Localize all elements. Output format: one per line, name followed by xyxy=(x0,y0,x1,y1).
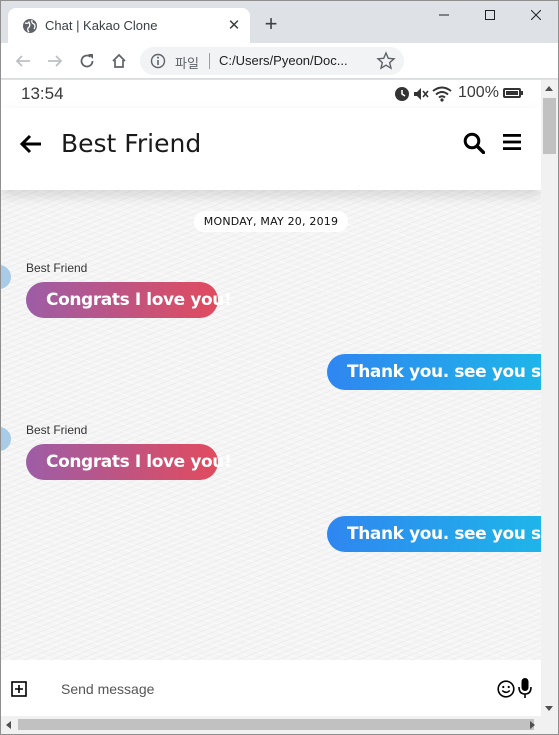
scroll-up-arrow-icon[interactable] xyxy=(545,86,553,91)
file-scheme-label: 파일 xyxy=(175,56,199,71)
bookmark-star-icon[interactable] xyxy=(376,51,396,71)
window-maximize-button[interactable] xyxy=(467,0,513,30)
battery-icon xyxy=(503,88,523,98)
url-text[interactable]: C:/Users/Pyeon/Doc... xyxy=(219,53,348,68)
clock-icon xyxy=(395,87,409,101)
info-icon[interactable] xyxy=(150,53,166,69)
omnibox-separator xyxy=(209,53,210,69)
maximize-icon xyxy=(485,10,495,20)
vertical-scrollbar[interactable] xyxy=(541,80,558,716)
scroll-right-arrow-icon[interactable] xyxy=(530,721,535,729)
add-attachment-icon[interactable] xyxy=(11,681,27,697)
mute-icon xyxy=(414,88,429,100)
date-divider: MONDAY, MAY 20, 2019 xyxy=(194,211,348,232)
outgoing-message-bubble: Thank you. see you soon! xyxy=(327,516,541,552)
chat-header: Best Friend xyxy=(1,108,541,190)
status-icons xyxy=(394,86,452,102)
phone-status-bar: 13:54 100% xyxy=(1,80,541,108)
incoming-message-bubble: Congrats I love you! xyxy=(26,444,232,480)
browser-tab[interactable]: Chat | Kakao Clone ✕ xyxy=(8,8,250,43)
message-input[interactable] xyxy=(61,678,361,700)
browser-reload-button[interactable] xyxy=(75,49,99,73)
window-minimize-button[interactable] xyxy=(421,0,467,30)
globe-icon xyxy=(23,19,37,33)
browser-back-button[interactable] xyxy=(11,49,35,73)
hamburger-menu-icon[interactable] xyxy=(503,134,521,150)
scroll-down-arrow-icon[interactable] xyxy=(545,706,553,711)
close-icon xyxy=(531,10,541,20)
avatar[interactable] xyxy=(1,265,11,289)
minimize-icon xyxy=(439,14,449,16)
emoji-icon[interactable] xyxy=(497,680,515,698)
browser-toolbar: 파일 C:/Users/Pyeon/Doc... 호성 xyxy=(0,43,559,116)
tab-title: Chat | Kakao Clone xyxy=(45,18,158,33)
chat-title: Best Friend xyxy=(61,129,202,158)
tab-close-icon[interactable]: ✕ xyxy=(225,17,243,35)
battery-percentage: 100% xyxy=(458,84,499,101)
address-bar[interactable]: 파일 C:/Users/Pyeon/Doc... xyxy=(140,47,404,75)
arrow-left-icon xyxy=(15,55,30,67)
outgoing-message-bubble: Thank you. see you soon! xyxy=(327,354,541,390)
horizontal-scroll-thumb[interactable] xyxy=(18,719,534,730)
horizontal-scrollbar[interactable] xyxy=(0,716,559,734)
browser-forward-button[interactable] xyxy=(43,49,67,73)
home-icon xyxy=(112,53,126,68)
incoming-message-bubble: Congrats I love you! xyxy=(26,282,232,318)
new-tab-button[interactable]: + xyxy=(260,13,282,35)
sender-name: Best Friend xyxy=(26,423,88,437)
browser-home-button[interactable] xyxy=(107,49,131,73)
search-icon[interactable] xyxy=(463,132,485,154)
message-composer xyxy=(1,660,541,716)
window-close-button[interactable] xyxy=(513,0,559,30)
scroll-left-arrow-icon[interactable] xyxy=(6,721,11,729)
vertical-scroll-thumb[interactable] xyxy=(543,98,556,154)
browser-titlebar: Chat | Kakao Clone ✕ + xyxy=(0,0,559,43)
avatar[interactable] xyxy=(1,427,11,451)
back-arrow-icon[interactable] xyxy=(20,134,42,154)
app-viewport: 13:54 100% Best Friend MONDAY, MAY 20, 2… xyxy=(1,80,541,716)
status-time: 13:54 xyxy=(21,84,64,103)
sender-name: Best Friend xyxy=(26,261,88,275)
reload-icon xyxy=(80,54,94,68)
wifi-icon xyxy=(432,86,452,102)
arrow-right-icon xyxy=(48,55,63,67)
microphone-icon[interactable] xyxy=(518,678,532,699)
